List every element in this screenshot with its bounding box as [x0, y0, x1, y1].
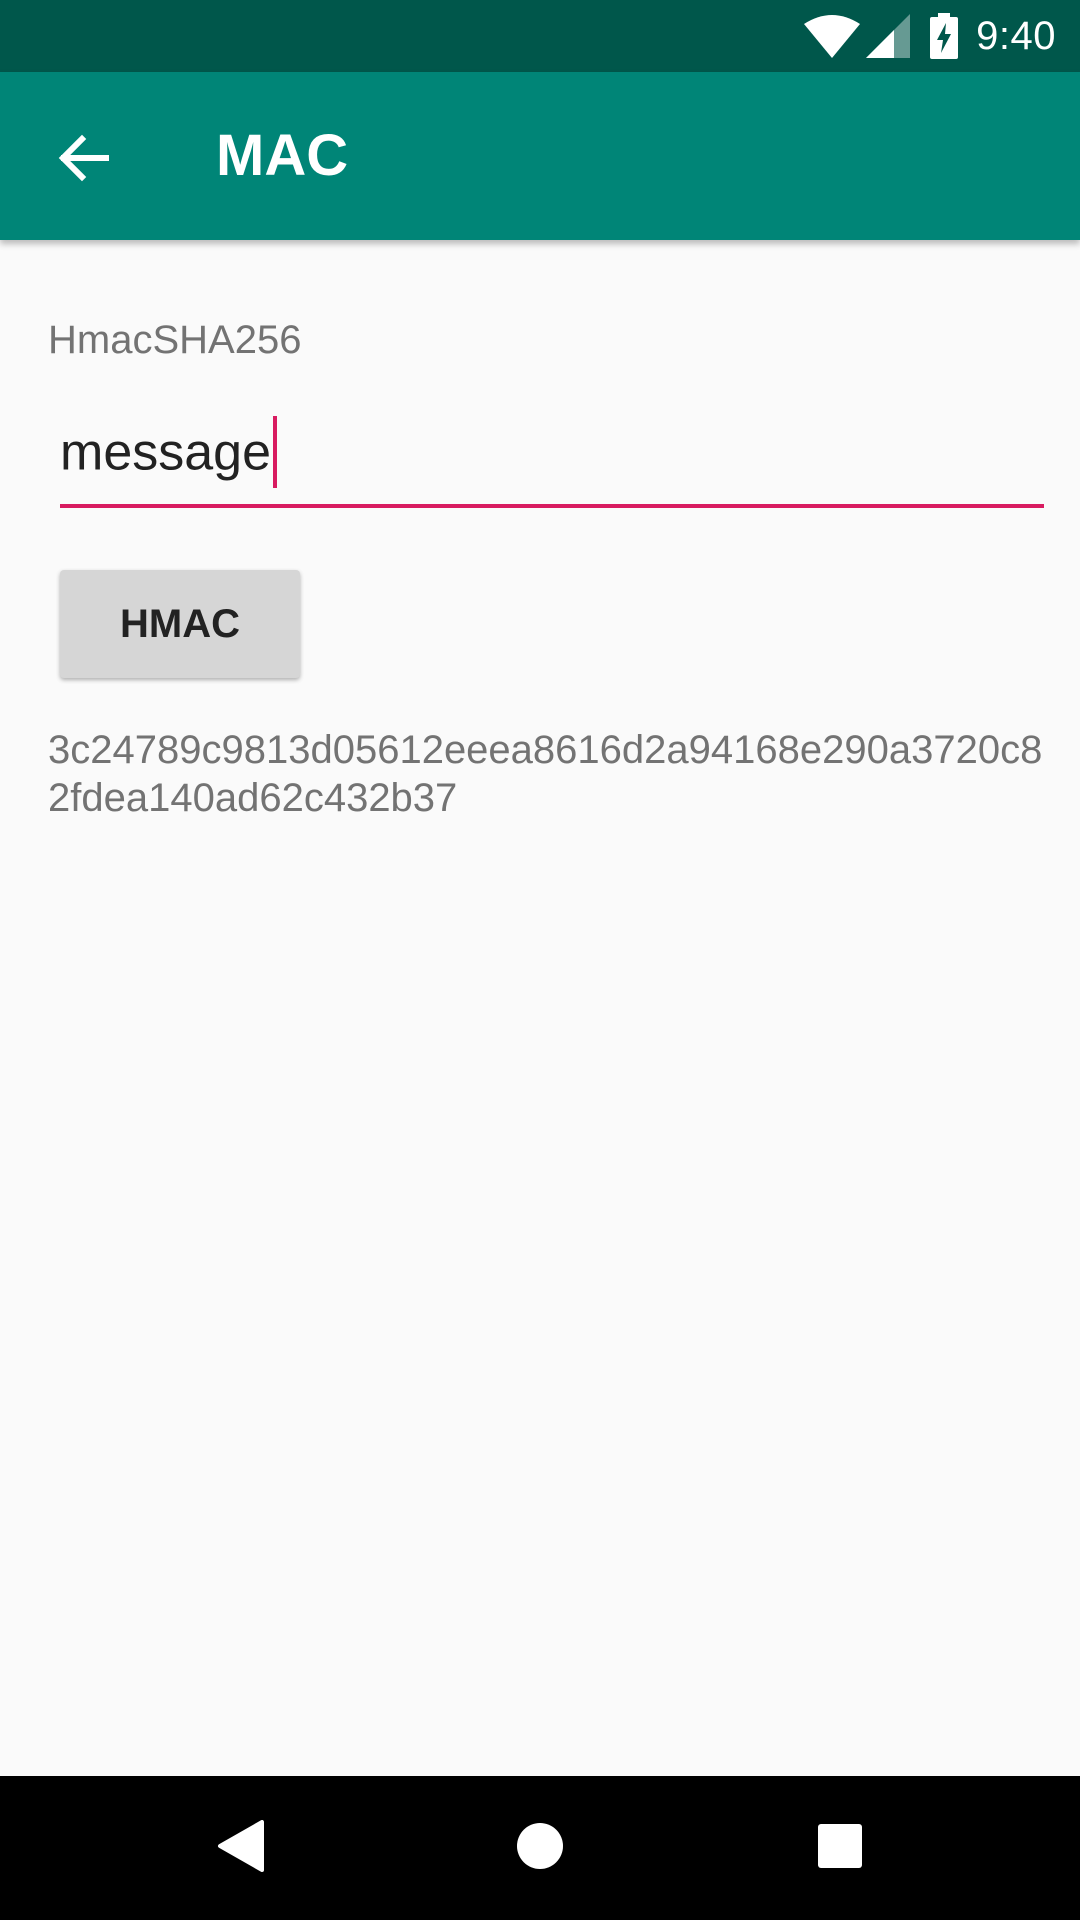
- recents-square-icon: [817, 1823, 863, 1874]
- nav-home-button[interactable]: [492, 1800, 588, 1896]
- hmac-result-text: 3c24789c9813d05612eeea8616d2a94168e290a3…: [48, 728, 1043, 820]
- text-cursor: [273, 416, 277, 488]
- nav-recents-button[interactable]: [792, 1800, 888, 1896]
- status-time: 9:40: [976, 13, 1056, 58]
- app-bar: MAC: [0, 72, 1080, 240]
- cell-signal-icon: [866, 14, 911, 58]
- algorithm-label: HmacSHA256: [48, 318, 302, 362]
- back-triangle-icon: [216, 1819, 264, 1877]
- status-icons: 9:40: [804, 0, 1056, 72]
- battery-charging-icon: [930, 13, 959, 59]
- message-input[interactable]: message: [60, 408, 1044, 508]
- arrow-back-icon: [58, 132, 110, 189]
- navigation-bar: [0, 1776, 1080, 1920]
- home-circle-icon: [516, 1822, 564, 1875]
- nav-back-button[interactable]: [192, 1800, 288, 1896]
- page-title: MAC: [216, 123, 349, 188]
- hmac-button[interactable]: HMAC: [60, 570, 300, 678]
- back-button[interactable]: [36, 112, 132, 208]
- wifi-icon: [804, 14, 861, 58]
- status-bar: 9:40: [0, 0, 1080, 72]
- message-input-value[interactable]: message: [60, 416, 277, 492]
- message-input-text: message: [60, 423, 271, 482]
